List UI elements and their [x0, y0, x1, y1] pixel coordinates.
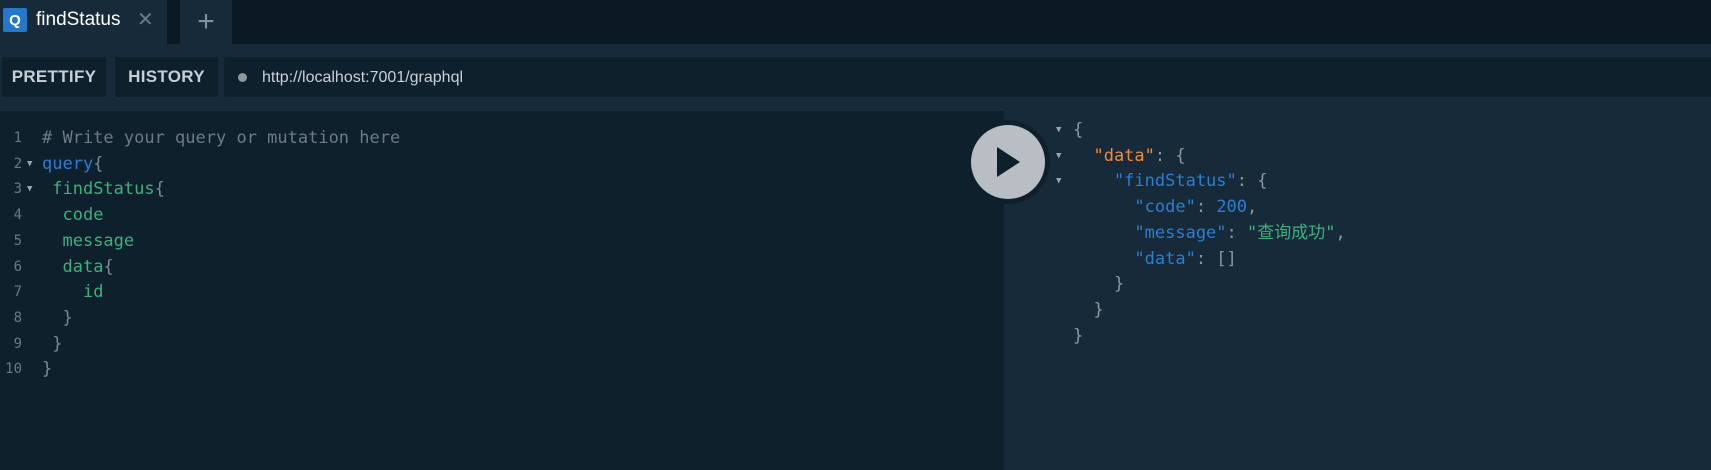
code-text: query{ — [42, 150, 103, 178]
token-punc: } — [52, 333, 63, 354]
query-editor[interactable]: 1 # Write your query or mutation here 2 ▼ qu… — [0, 111, 1004, 470]
token-punc: } — [42, 359, 53, 380]
editor-line: 3 ▼ findStatus{ — [0, 175, 1004, 203]
line-number: 7 — [13, 284, 22, 301]
history-button[interactable]: HISTORY — [115, 57, 218, 97]
code-text: id — [42, 278, 103, 306]
line-number: 4 — [13, 207, 22, 224]
code-text: } — [42, 355, 52, 383]
token-field: data — [62, 256, 104, 277]
line-number: 8 — [13, 309, 22, 326]
token-punc: { — [93, 153, 104, 174]
toolbar: PRETTIFY HISTORY — [0, 44, 1711, 111]
result-line: { — [1073, 116, 1083, 144]
line-number: 2 — [13, 155, 22, 172]
json-token-punc: : { — [1236, 171, 1268, 192]
play-icon — [997, 147, 1020, 177]
token-kw: query — [42, 153, 94, 174]
line-number: 10 — [5, 361, 22, 378]
code-text: } — [42, 304, 73, 332]
json-token-num: 200 — [1216, 197, 1248, 218]
close-icon[interactable]: ✕ — [137, 8, 154, 32]
editor-line: 5 message — [0, 227, 1004, 255]
json-token-punc: , — [1247, 197, 1258, 218]
code-text: } — [42, 330, 63, 358]
line-number: 5 — [13, 232, 22, 249]
result-line: } — [1073, 322, 1083, 350]
execute-query-button[interactable] — [971, 125, 1045, 199]
line-number: 3 — [13, 181, 22, 198]
editor-line: 9 } — [0, 330, 1004, 358]
tab-title: findStatus — [36, 9, 121, 30]
token-field: message — [62, 230, 135, 251]
json-token-punc: , — [1335, 222, 1346, 243]
json-token-punc: : { — [1154, 145, 1186, 166]
prettify-button[interactable]: PRETTIFY — [2, 57, 106, 97]
token-punc: { — [103, 256, 114, 277]
result-viewer: ▼{▼ "data": {▼ "findStatus": { "code": 2… — [1004, 111, 1711, 470]
fold-arrow-icon[interactable]: ▼ — [1056, 116, 1061, 144]
tab-bar: Q findStatus ✕ + — [0, 0, 1711, 44]
editor-line: 7 id — [0, 278, 1004, 306]
json-token-punc: : — [1195, 197, 1217, 218]
json-token-punc: { — [1073, 120, 1084, 140]
fold-arrow-icon[interactable]: ▼ — [27, 175, 32, 203]
token-punc: { — [154, 179, 165, 200]
code-text: code — [42, 201, 103, 229]
json-token-key: "data" — [1073, 248, 1196, 269]
code-text: # Write your query or mutation here — [42, 124, 400, 152]
result-line: } — [1073, 296, 1104, 324]
result-line: "data": { — [1073, 142, 1186, 170]
token-comment: # Write your query or mutation here — [42, 128, 401, 148]
token-field: code — [62, 205, 104, 226]
code-text: message — [42, 227, 134, 255]
token-punc: } — [62, 307, 73, 328]
json-token-punc: } — [1073, 325, 1084, 346]
fold-arrow-icon[interactable]: ▼ — [1056, 167, 1061, 195]
line-number: 1 — [13, 130, 22, 146]
endpoint-input[interactable] — [260, 57, 1264, 99]
token-field: findStatus — [52, 179, 155, 200]
json-token-key-orange: "data" — [1073, 145, 1155, 166]
json-token-key: "message" — [1073, 222, 1227, 243]
json-token-punc: : — [1226, 222, 1248, 243]
editor-line: 8 } — [0, 304, 1004, 332]
add-tab-button[interactable]: + — [180, 0, 232, 44]
result-line: "code": 200, — [1073, 193, 1257, 221]
json-token-punc: } — [1073, 274, 1125, 295]
editor-line: 10} — [0, 355, 1004, 383]
code-text: data{ — [42, 253, 114, 281]
endpoint-url-bar — [224, 57, 1711, 99]
editor-line: 1 # Write your query or mutation here — [0, 124, 1004, 152]
status-dot-icon — [238, 73, 247, 82]
token-field: id — [82, 282, 104, 303]
query-badge-icon: Q — [3, 8, 27, 32]
json-token-punc: : [] — [1195, 248, 1237, 269]
line-number: 9 — [13, 335, 22, 352]
result-line: "message": "查询成功", — [1073, 219, 1346, 247]
line-number: 6 — [13, 258, 22, 275]
code-text: findStatus{ — [42, 175, 165, 203]
editor-line: 2 ▼ query{ — [0, 150, 1004, 178]
editor-line: 6 data{ — [0, 253, 1004, 281]
json-token-punc: } — [1073, 299, 1104, 320]
tab-findstatus[interactable]: Q findStatus ✕ — [0, 0, 167, 44]
json-token-key: "code" — [1073, 197, 1196, 218]
result-line: "findStatus": { — [1073, 167, 1268, 195]
json-token-key: "findStatus" — [1073, 171, 1237, 192]
editor-line: 4 code — [0, 201, 1004, 229]
json-token-str: "查询成功" — [1247, 222, 1336, 243]
fold-arrow-icon[interactable]: ▼ — [1056, 142, 1061, 170]
result-line: } — [1073, 270, 1124, 298]
result-line: "data": [] — [1073, 245, 1237, 273]
execute-button-ring — [966, 120, 1050, 204]
fold-arrow-icon[interactable]: ▼ — [27, 150, 32, 178]
